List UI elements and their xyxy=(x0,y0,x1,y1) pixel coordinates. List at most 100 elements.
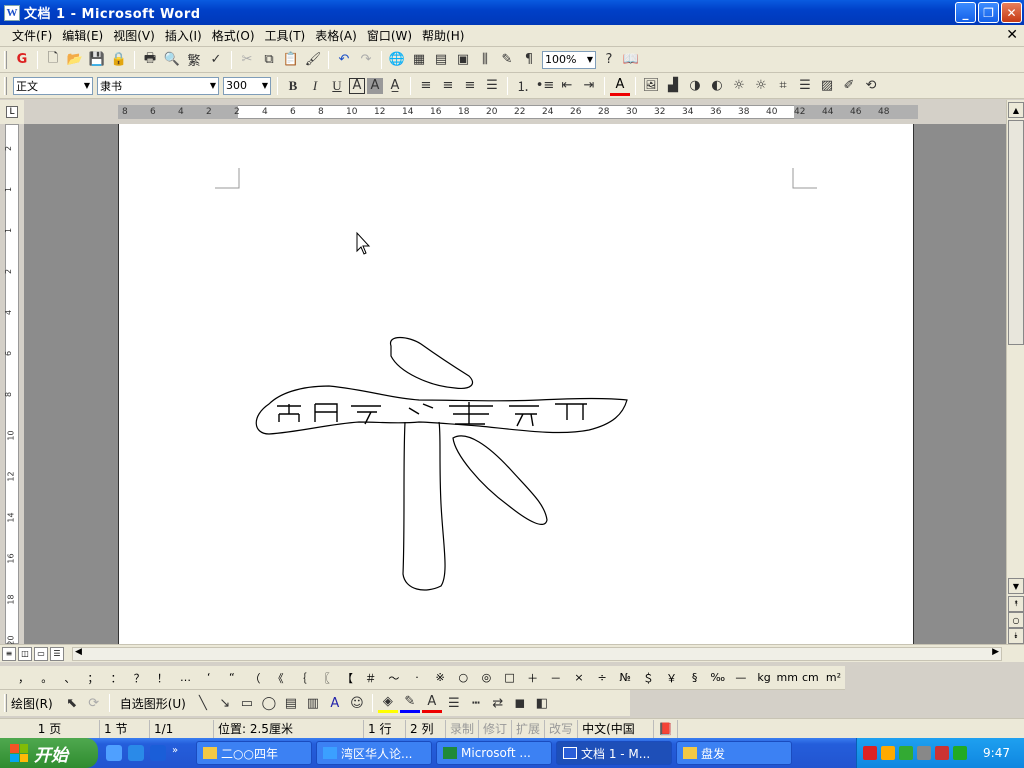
menu-tools[interactable]: 工具(T) xyxy=(261,27,310,44)
symbol-button[interactable]: 、 xyxy=(58,670,81,686)
line-style-icon[interactable]: ☰ xyxy=(795,76,815,96)
symbol-button[interactable]: kg xyxy=(753,671,776,684)
status-ovr[interactable]: 改写 xyxy=(545,719,579,738)
cut-icon[interactable]: ✂ xyxy=(237,50,257,70)
menu-table[interactable]: 表格(A) xyxy=(311,27,361,44)
wordart-icon[interactable]: A xyxy=(325,693,345,713)
symbol-button[interactable]: ： xyxy=(105,670,128,686)
paste-icon[interactable]: 📋 xyxy=(281,50,301,70)
traditional-chinese-icon[interactable]: 繁 xyxy=(184,50,204,70)
numbering-icon[interactable]: ⒈ xyxy=(513,76,533,96)
quicklaunch-more-icon[interactable]: » xyxy=(172,745,188,761)
free-rotate-icon[interactable]: ⟳ xyxy=(84,693,104,713)
scroll-up-button[interactable]: ▲ xyxy=(1008,102,1024,118)
contrast-up-icon[interactable]: ◑ xyxy=(685,76,705,96)
normal-view-icon[interactable]: ≡ xyxy=(2,646,16,661)
redo-icon[interactable]: ↷ xyxy=(356,50,376,70)
menu-view[interactable]: 视图(V) xyxy=(109,27,159,44)
shadow-icon[interactable]: ◼ xyxy=(510,693,530,713)
status-rec[interactable]: 录制 xyxy=(446,719,480,738)
decrease-indent-icon[interactable]: ⇤ xyxy=(557,76,577,96)
symbol-button[interactable]: 。 xyxy=(35,670,58,686)
symbol-button[interactable]: ｛ xyxy=(290,670,313,686)
drawing-icon[interactable]: ✎ xyxy=(497,50,517,70)
menu-edit[interactable]: 编辑(E) xyxy=(58,27,107,44)
symbol-button[interactable]: 〖 xyxy=(313,670,336,686)
rectangle-icon[interactable]: ▭ xyxy=(237,693,257,713)
symbol-button[interactable]: ＋ xyxy=(521,670,544,686)
new-document-icon[interactable]: 🗋 xyxy=(43,50,63,70)
vertical-textbox-icon[interactable]: ▥ xyxy=(303,693,323,713)
format-picture-icon[interactable]: ▨ xyxy=(817,76,837,96)
vertical-ruler[interactable]: 2 1 1 2 4 6 8 10 12 14 16 18 20 xyxy=(0,124,24,646)
symbol-button[interactable]: － xyxy=(544,670,567,686)
arrow-style-icon[interactable]: ⇄ xyxy=(488,693,508,713)
tab-selector[interactable]: L xyxy=(0,100,24,124)
toolbar-grip[interactable] xyxy=(4,76,7,95)
taskbar-item-folder-2004[interactable]: 二○○四年 xyxy=(196,741,312,765)
quick-launch-icon[interactable] xyxy=(106,745,122,761)
font-select[interactable]: 隶书 ▼ xyxy=(97,76,219,95)
line-color-icon[interactable]: ✎ xyxy=(399,693,420,713)
symbol-button[interactable]: m² xyxy=(822,671,845,684)
menu-help[interactable]: 帮助(H) xyxy=(418,27,468,44)
symbol-button[interactable]: “ xyxy=(220,671,243,684)
symbol-button[interactable]: § xyxy=(683,671,706,684)
draw-font-color-icon[interactable]: A xyxy=(421,693,442,713)
insert-picture-icon[interactable]: 🖼 xyxy=(641,76,661,96)
oval-icon[interactable]: ◯ xyxy=(259,693,279,713)
taskbar-item-forum[interactable]: 湾区华人论... xyxy=(316,741,432,765)
show-hide-icon[interactable]: ¶ xyxy=(519,50,539,70)
symbol-button[interactable]: ； xyxy=(81,670,104,686)
status-trk[interactable]: 修订 xyxy=(479,719,513,738)
columns-icon[interactable]: ⫼ xyxy=(475,50,495,70)
minimize-button[interactable]: _ xyxy=(955,2,976,23)
tables-borders-icon[interactable]: ▦ xyxy=(409,50,429,70)
symbol-button[interactable]: ， xyxy=(12,670,35,686)
font-size-select[interactable]: 300 ▼ xyxy=(223,76,271,95)
symbol-button[interactable]: ○ xyxy=(452,671,475,684)
outline-view-icon[interactable]: ☰ xyxy=(50,646,64,661)
symbol-button[interactable]: … xyxy=(174,671,197,684)
tray-icon-6[interactable] xyxy=(953,746,967,760)
vertical-scrollbar[interactable]: ▲ ▼ ⯭ ○ ⯯ xyxy=(1006,100,1024,644)
print-icon[interactable]: 🖶 xyxy=(140,50,160,70)
zoom-select[interactable]: 100% ▼ xyxy=(542,50,596,69)
textbox-icon[interactable]: ▤ xyxy=(281,693,301,713)
close-document-icon[interactable]: ✕ xyxy=(1006,27,1018,43)
tray-icon-4[interactable] xyxy=(917,746,931,760)
symbol-button[interactable]: ＄ xyxy=(637,670,660,686)
symbol-button[interactable]: ‰ xyxy=(706,671,729,684)
align-left-icon[interactable]: ≡ xyxy=(416,76,436,96)
char-border-icon[interactable]: A xyxy=(349,77,365,94)
hyperlink-icon[interactable]: 🌐 xyxy=(387,50,407,70)
toolbar-grip[interactable] xyxy=(4,50,7,69)
symbol-button[interactable]: mm xyxy=(776,671,799,684)
crop-icon[interactable]: ⌗ xyxy=(773,76,793,96)
menu-format[interactable]: 格式(O) xyxy=(208,27,259,44)
align-right-icon[interactable]: ≡ xyxy=(460,76,480,96)
symbol-button[interactable]: № xyxy=(614,671,637,684)
save-icon[interactable]: 💾 xyxy=(87,50,107,70)
menu-window[interactable]: 窗口(W) xyxy=(363,27,416,44)
taskbar-item-excel[interactable]: Microsoft ... xyxy=(436,741,552,765)
previous-page-button[interactable]: ⯭ xyxy=(1008,596,1024,612)
horizontal-ruler[interactable]: 8 6 4 2 2 4 6 8 10 12 14 16 18 20 22 24 26 28 30 32 34 36 38 40… xyxy=(24,100,1006,124)
symbol-button[interactable]: ￥ xyxy=(660,670,683,686)
char-shading-icon[interactable]: A xyxy=(367,77,383,94)
dash-style-icon[interactable]: ┅ xyxy=(466,693,486,713)
document-page[interactable] xyxy=(118,124,914,644)
picture-tool-icon[interactable]: ▟ xyxy=(663,76,683,96)
web-layout-icon[interactable]: ◫ xyxy=(18,646,32,661)
char-scale-icon[interactable]: A̲ xyxy=(385,76,405,96)
print-preview-icon[interactable]: 🔍 xyxy=(162,50,182,70)
shield-icon[interactable] xyxy=(935,746,949,760)
symbol-button[interactable]: — xyxy=(729,671,752,684)
contrast-down-icon[interactable]: ◐ xyxy=(707,76,727,96)
reset-picture-icon[interactable]: ⟲ xyxy=(861,76,881,96)
ime-icon[interactable]: G xyxy=(12,50,32,70)
italic-icon[interactable]: I xyxy=(305,76,325,96)
desktop-quicklaunch-icon[interactable] xyxy=(150,745,166,761)
restore-button[interactable]: ❐ xyxy=(978,2,999,23)
spelling-icon[interactable]: ✓ xyxy=(206,50,226,70)
